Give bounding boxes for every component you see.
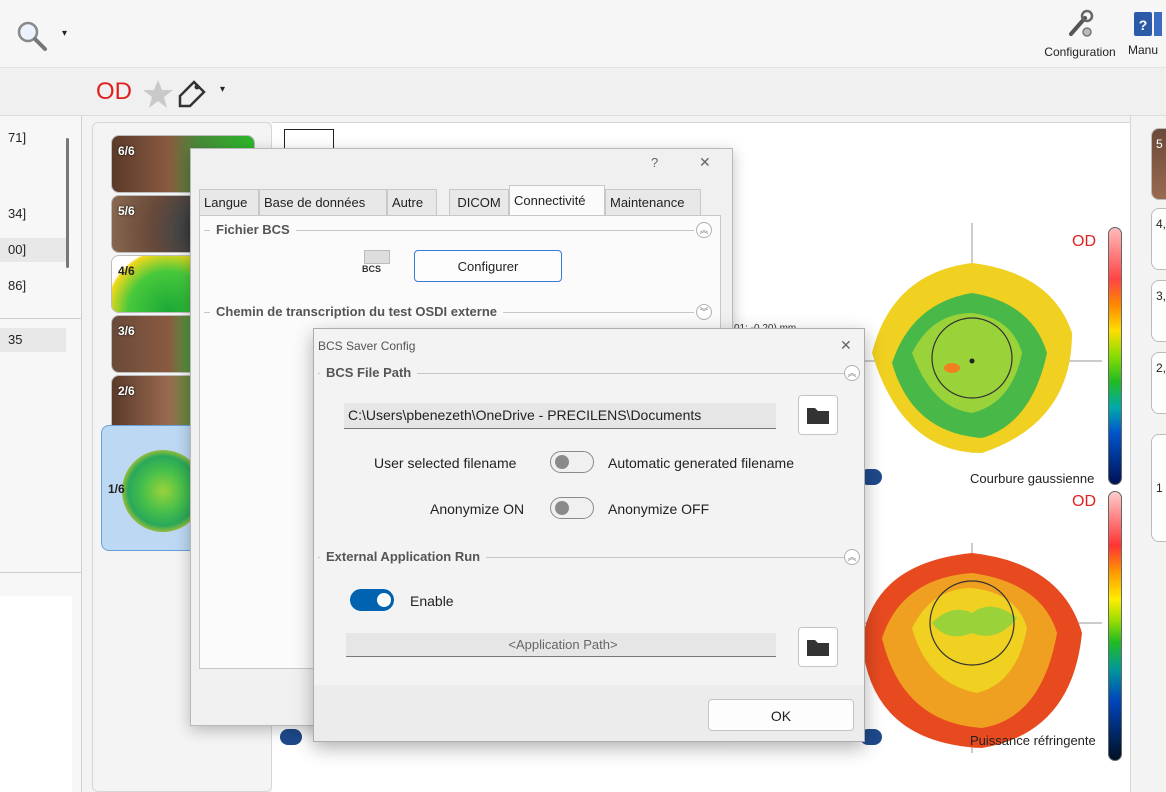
right-list-label: 3, [1156, 289, 1166, 303]
list-item[interactable]: 3, [1151, 280, 1166, 342]
star-icon[interactable] [142, 78, 174, 110]
section-title: BCS File Path [320, 365, 418, 380]
browse-folder-button[interactable] [798, 395, 838, 435]
bcs-saver-config-dialog: BCS Saver Config ✕ BCS File Path ︽ C:\Us… [313, 328, 865, 742]
eye-selector-bar: OD ▾ [0, 68, 1166, 116]
anonymize-on-label: Anonymize ON [430, 501, 525, 517]
thumbnail-label: 5/6 [118, 204, 135, 218]
list-item[interactable]: 4, [1151, 208, 1166, 270]
search-button[interactable]: ▾ [14, 18, 70, 52]
right-thumbnail-list: 5 4, 3, 2, 1 [1130, 116, 1166, 792]
collapse-icon[interactable]: ︽ [844, 365, 860, 381]
thumbnail-label: 4/6 [118, 264, 135, 278]
ok-button[interactable]: OK [708, 699, 854, 731]
browse-application-button[interactable] [798, 627, 838, 667]
bcs-file-icon: BCS [360, 250, 394, 278]
section-title: External Application Run [320, 549, 487, 564]
tab-langue[interactable]: Langue [199, 189, 259, 215]
right-list-label: 5 [1156, 137, 1163, 151]
chevron-down-icon: ▾ [62, 28, 68, 39]
configure-button[interactable]: Configurer [414, 250, 562, 282]
help-book-icon: ? [1134, 12, 1162, 36]
expand-icon[interactable]: ︾ [696, 304, 712, 320]
top-toolbar: ▾ Configuration ? Manu [0, 0, 1166, 68]
thumbnail-label: 1/6 [108, 482, 125, 496]
svg-text:?: ? [1139, 17, 1148, 33]
list-item[interactable]: 71] [0, 126, 66, 150]
list-item[interactable]: 2, [1151, 352, 1166, 414]
tab-connectivite[interactable]: Connectivité [509, 185, 605, 215]
section-title: Chemin de transcription du test OSDI ext… [210, 304, 503, 319]
eye-icon[interactable] [280, 729, 302, 745]
collapse-icon[interactable]: ︽ [844, 549, 860, 565]
section-title: Fichier BCS [210, 222, 296, 237]
enable-label: Enable [410, 593, 454, 609]
bottom-color-scale [1108, 491, 1122, 761]
tab-dicom[interactable]: DICOM [449, 189, 509, 215]
tab-database[interactable]: Base de données [259, 189, 387, 215]
list-item[interactable]: 86] [0, 274, 66, 298]
close-button[interactable]: ✕ [699, 154, 711, 171]
anonymize-off-label: Anonymize OFF [608, 501, 710, 517]
divider [0, 572, 82, 573]
close-button[interactable]: ✕ [840, 337, 852, 354]
thumbnail-label: 2/6 [118, 384, 135, 398]
wrench-gear-icon [1069, 9, 1094, 37]
configuration-label: Configuration [1044, 45, 1116, 59]
scrollbar[interactable] [66, 138, 69, 268]
folder-icon [807, 640, 829, 656]
magnifier-icon [17, 21, 47, 51]
bottom-map-label: Puissance réfringente [970, 733, 1096, 748]
filename-user-label: User selected filename [374, 455, 517, 471]
top-map-label: Courbure gaussienne [970, 471, 1095, 486]
thumbnail-label: 3/6 [118, 324, 135, 338]
list-item[interactable]: 5 [1151, 128, 1166, 200]
eye-od-label[interactable]: OD [96, 78, 132, 106]
filename-auto-label: Automatic generated filename [608, 455, 794, 471]
empty-panel [0, 596, 72, 792]
thumbnail-label: 6/6 [118, 144, 135, 158]
divider [0, 318, 82, 319]
tab-autre[interactable]: Autre [387, 189, 437, 215]
refractive-power-map[interactable] [832, 543, 1102, 753]
anonymize-toggle[interactable] [550, 497, 594, 519]
filename-mode-toggle[interactable] [550, 451, 594, 473]
list-item[interactable]: 34] [0, 202, 66, 226]
right-list-label: 2, [1156, 361, 1166, 375]
gaussian-curvature-map[interactable] [832, 223, 1102, 453]
application-path-field[interactable]: <Application Path> [346, 633, 776, 657]
list-item[interactable]: 1 [1151, 434, 1166, 542]
folder-icon [807, 408, 829, 424]
manual-label: Manu [1128, 43, 1159, 57]
list-item[interactable]: 00] [0, 238, 66, 262]
enable-toggle[interactable] [350, 589, 394, 611]
bcs-icon-label: BCS [362, 264, 382, 274]
manual-toolbar-button[interactable]: ? Manu [1128, 8, 1166, 64]
tag-dropdown-icon[interactable]: ▾ [220, 84, 225, 95]
collapse-icon[interactable]: ︽ [696, 222, 712, 238]
tab-maintenance[interactable]: Maintenance [605, 189, 701, 215]
right-list-label: 4, [1156, 217, 1166, 231]
tag-icon[interactable] [176, 78, 208, 110]
bottom-map-eye-label: OD [1072, 493, 1096, 510]
list-item[interactable]: 35 [0, 328, 66, 352]
top-color-scale [1108, 227, 1122, 485]
left-panel: 71] 34] 00] 86] 35 [0, 116, 82, 792]
config-toolbar-button[interactable]: Configuration [1034, 8, 1126, 64]
help-button[interactable]: ? [651, 155, 658, 170]
bcs-path-field[interactable]: C:\Users\pbenezeth\OneDrive - PRECILENS\… [344, 403, 776, 429]
right-list-label: 1 [1156, 481, 1163, 495]
dialog-title: BCS Saver Config [318, 339, 416, 353]
